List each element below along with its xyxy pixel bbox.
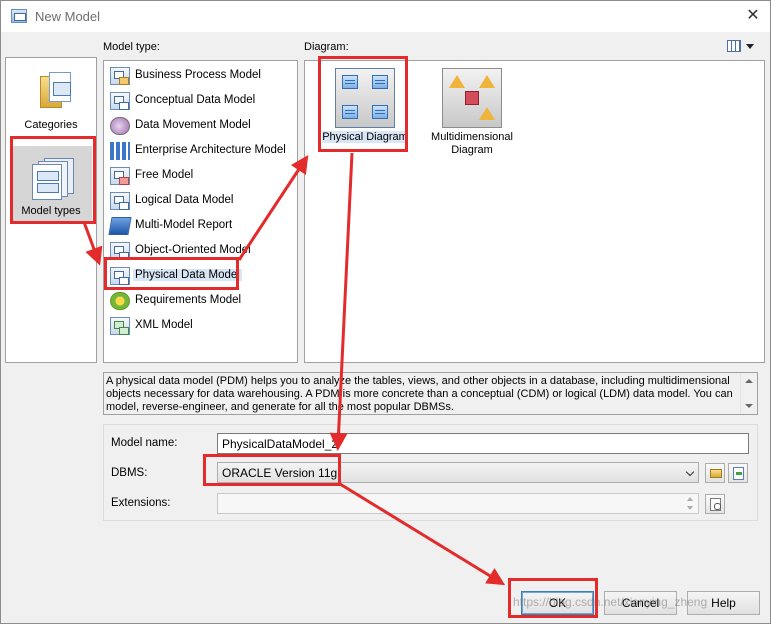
business-process-model-icon [110,67,130,85]
window-title: New Model [35,9,101,24]
extensions-label: Extensions: [111,497,171,509]
dbms-selected-value: ORACLE Version 11g [222,466,338,480]
chevron-down-icon [685,467,695,477]
browse-dbms-button[interactable] [705,463,725,483]
list-item-label: Enterprise Architecture Model [135,144,286,156]
category-label: Categories [24,119,78,131]
category-label: Model types [21,205,81,217]
new-model-dialog: New Model ✕ Model type: Diagram: Categor… [0,0,771,624]
list-item-business-process-model[interactable]: Business Process Model [108,65,294,87]
diagram-label: Diagram: [304,41,349,53]
model-types-icon [32,158,78,200]
requirements-model-icon [110,292,130,310]
description-scrollbar[interactable] [740,373,757,414]
diagram-multidimensional[interactable]: Multidimensional Diagram [430,65,520,156]
extensions-field[interactable] [217,493,699,514]
list-item-label: Conceptual Data Model [135,94,256,106]
model-name-label: Model name: [111,437,178,449]
extensions-properties-button[interactable] [705,494,725,514]
view-mode-button[interactable] [727,39,757,55]
model-type-label: Model type: [103,41,160,53]
spinner-icon [685,495,697,512]
model-name-input[interactable] [217,433,749,454]
cancel-button[interactable]: Cancel [604,591,677,615]
list-item-multi-model-report[interactable]: Multi-Model Report [108,215,294,237]
dbms-select[interactable]: ORACLE Version 11g [217,462,699,483]
ok-button[interactable]: OK [521,591,594,615]
list-item-label: Data Movement Model [135,119,251,131]
list-item-enterprise-architecture-model[interactable]: Enterprise Architecture Model [108,140,294,162]
category-categories[interactable]: Categories [10,60,92,134]
dbms-label: DBMS: [111,467,148,479]
list-item-xml-model[interactable]: XML Model [108,315,294,337]
list-item-label: Multi-Model Report [135,219,233,231]
scroll-down-icon [745,404,753,408]
list-item-logical-data-model[interactable]: Logical Data Model [108,190,294,212]
title-bar: New Model ✕ [1,1,770,32]
physical-data-model-icon [110,267,130,285]
list-item-label: Object-Oriented Model [135,244,251,256]
folder-open-icon [710,469,722,478]
list-item-object-oriented-model[interactable]: Object-Oriented Model [108,240,294,262]
list-item-conceptual-data-model[interactable]: Conceptual Data Model [108,90,294,112]
object-oriented-model-icon [110,242,130,260]
scroll-up-icon [745,379,753,383]
model-type-list: Business Process Model Conceptual Data M… [103,60,298,363]
category-model-types[interactable]: Model types [10,146,92,222]
logical-data-model-icon [110,192,130,210]
list-item-label: Physical Data Model [133,269,242,281]
list-item-label: Logical Data Model [135,194,234,206]
physical-diagram-icon [335,68,395,128]
diagram-caption: Multidimensional Diagram [431,131,513,156]
properties-icon [710,498,721,511]
model-description: A physical data model (PDM) helps you to… [103,372,758,415]
conceptual-data-model-icon [110,92,130,110]
data-movement-model-icon [110,117,130,135]
multi-model-report-icon [108,217,132,235]
xml-model-icon [110,317,130,335]
grid-view-icon [727,40,741,52]
dropdown-arrow-icon [746,44,754,49]
list-item-label: Free Model [135,169,194,181]
diagram-pane: Physical Diagram Multidimensional Diagra… [304,60,765,363]
close-button[interactable]: ✕ [739,5,767,27]
list-item-free-model[interactable]: Free Model [108,165,294,187]
diagram-caption: Physical Diagram [322,131,408,143]
folder-icon [40,72,74,108]
import-icon [733,467,744,480]
enterprise-architecture-model-icon [110,142,130,160]
list-item-physical-data-model[interactable]: Physical Data Model [108,265,294,287]
free-model-icon [110,167,130,185]
app-icon [11,9,27,23]
multidimensional-diagram-icon [442,68,502,128]
diagram-physical[interactable]: Physical Diagram [322,65,413,155]
import-dbms-button[interactable] [728,463,748,483]
category-pane: Categories Model types [5,57,97,363]
list-item-data-movement-model[interactable]: Data Movement Model [108,115,294,137]
list-item-label: XML Model [135,319,193,331]
list-item-label: Requirements Model [135,294,242,306]
description-text: A physical data model (PDM) helps you to… [106,375,733,413]
list-item-label: Business Process Model [135,69,261,81]
list-item-requirements-model[interactable]: Requirements Model [108,290,294,312]
help-button[interactable]: Help [687,591,760,615]
close-icon: ✕ [746,7,760,24]
